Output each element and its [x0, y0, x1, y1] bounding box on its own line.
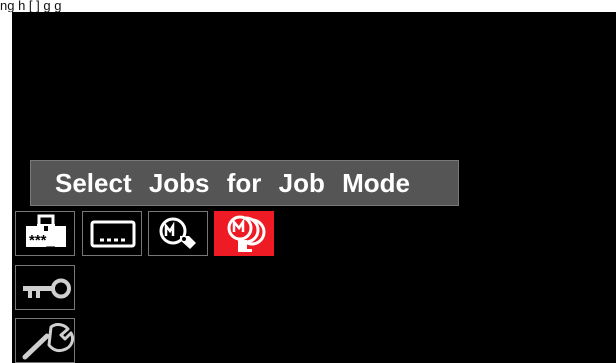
job-selection-icon [215, 212, 273, 255]
memory-tag-icon [149, 212, 207, 255]
job-mode-menu-button[interactable] [214, 211, 274, 256]
welder-screen: Select Jobs for Job Mode ***_ [12, 12, 616, 363]
display-menu-button[interactable] [82, 211, 142, 256]
key-menu-button[interactable] [15, 265, 75, 310]
display-settings-icon [83, 212, 141, 255]
title-bar: Select Jobs for Job Mode [30, 160, 459, 206]
title-text: Select Jobs for Job Mode [55, 168, 410, 198]
memory-tag-menu-button[interactable] [148, 211, 208, 256]
welder-ui-page: ng h [ ] g g Select Jobs for Job Mode **… [0, 0, 616, 363]
key-icon [16, 266, 74, 309]
password-symbol-text: ***_ [29, 232, 56, 249]
lock-password-icon: ***_ [16, 212, 74, 255]
top-cropped-text: ng h [ ] g g [0, 0, 62, 12]
wrench-menu-button[interactable] [15, 318, 75, 363]
password-menu-button[interactable]: ***_ [15, 211, 75, 256]
wrench-icon [16, 319, 74, 362]
